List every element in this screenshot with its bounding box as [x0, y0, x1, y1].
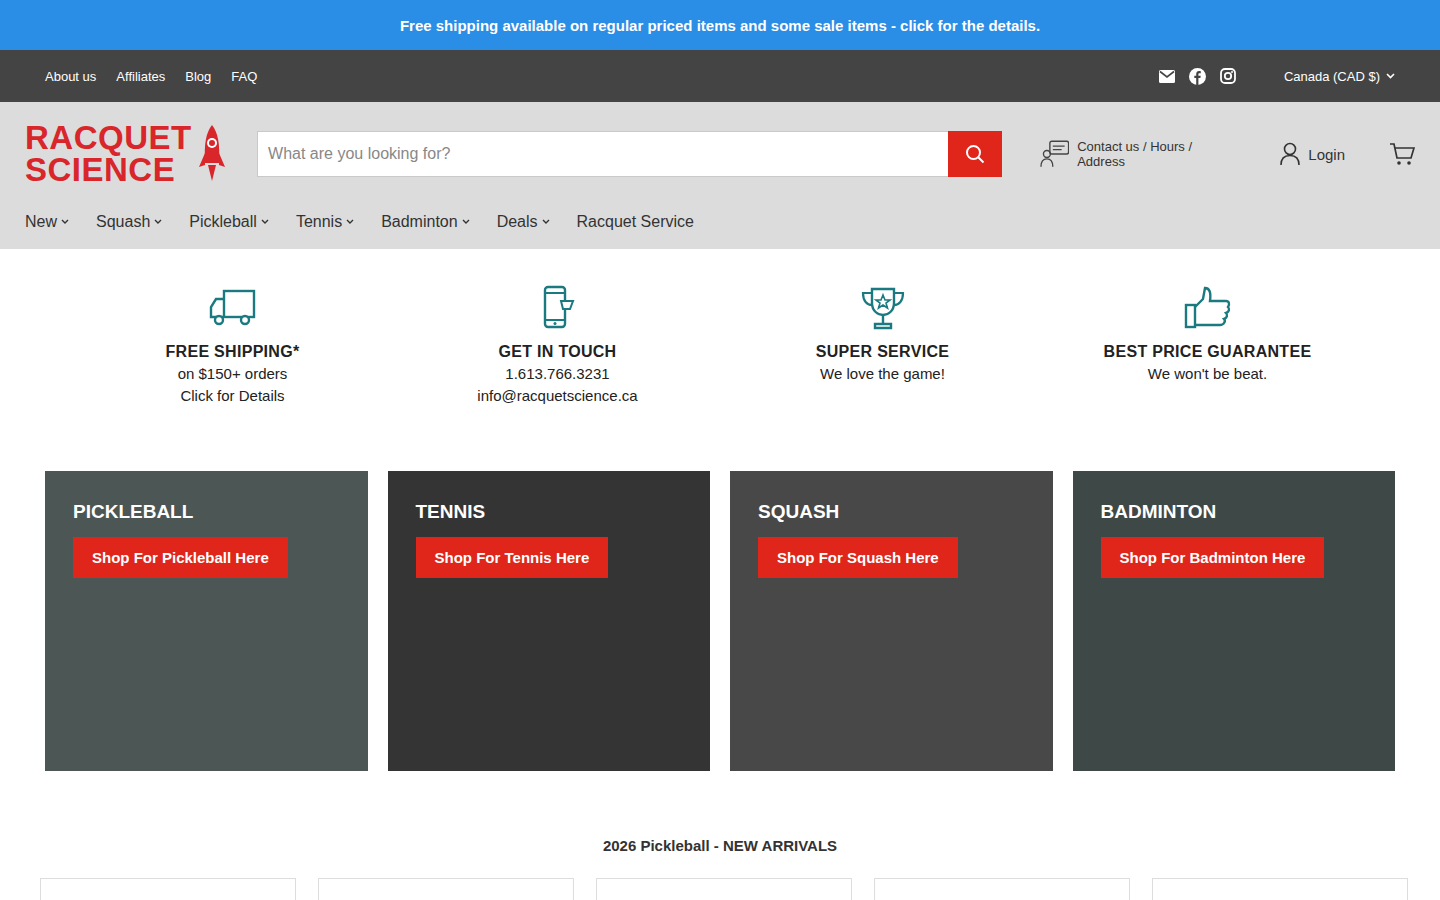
feature-text[interactable]: We won't be beat. — [1148, 363, 1267, 385]
logo-line[interactable]: RACQUET — [25, 122, 192, 154]
utility-link[interactable]: FAQ — [231, 69, 257, 84]
product-card[interactable] — [596, 878, 852, 900]
category-tiles: PICKLEBALL Shop For Pickleball Here TENNIS… — [0, 471, 1440, 771]
nav-label[interactable]: Pickleball — [189, 213, 257, 231]
instagram-icon[interactable] — [1220, 68, 1236, 84]
nav-label[interactable]: Tennis — [296, 213, 342, 231]
category-title[interactable]: PICKLEBALL — [73, 501, 193, 523]
product-card[interactable] — [40, 878, 296, 900]
utility-link[interactable]: About us — [45, 69, 96, 84]
login-link[interactable]: Login — [1280, 142, 1345, 166]
product-card[interactable] — [874, 878, 1130, 900]
product-card[interactable] — [1152, 878, 1408, 900]
logo-text[interactable]: RACQUETSCIENCE — [25, 122, 192, 187]
mail-icon[interactable] — [1159, 70, 1175, 83]
feature-item[interactable]: SUPER SERVICE We love the game! — [720, 285, 1045, 407]
utility-links: About us Affiliates Blog FAQ — [45, 69, 257, 84]
contact-link[interactable]: Contact us / Hours / Address — [1040, 139, 1241, 169]
site-header: RACQUETSCIENCE Contact us / Hours / Addre… — [0, 102, 1440, 249]
chevron-down-icon[interactable] — [542, 219, 550, 224]
nav-item[interactable]: Tennis — [296, 213, 354, 231]
search-input[interactable] — [257, 131, 948, 177]
header-row: RACQUETSCIENCE Contact us / Hours / Addre… — [25, 122, 1415, 187]
announcement-text[interactable]: Free shipping available on regular price… — [400, 17, 1040, 34]
user-icon[interactable] — [1280, 142, 1300, 166]
chevron-down-icon[interactable] — [261, 219, 269, 224]
shop-button[interactable]: Shop For Tennis Here — [416, 537, 609, 578]
nav-label[interactable]: Deals — [497, 213, 538, 231]
category-title[interactable]: BADMINTON — [1101, 501, 1217, 523]
nav-item[interactable]: Deals — [497, 213, 550, 231]
category-tile[interactable]: SQUASH Shop For Squash Here — [730, 471, 1053, 771]
announcement-bar[interactable]: Free shipping available on regular price… — [0, 0, 1440, 50]
chevron-down-icon[interactable] — [154, 219, 162, 224]
utility-bar: About us Affiliates Blog FAQ Canada (CAD $) — [0, 50, 1440, 102]
feature-title[interactable]: GET IN TOUCH — [499, 343, 617, 361]
product-card[interactable] — [318, 878, 574, 900]
search-icon[interactable] — [965, 144, 985, 164]
category-tile[interactable]: PICKLEBALL Shop For Pickleball Here — [45, 471, 368, 771]
truck-icon — [208, 285, 258, 331]
trophy-icon — [858, 285, 908, 331]
shop-button[interactable]: Shop For Pickleball Here — [73, 537, 288, 578]
feature-text[interactable]: on $150+ orders — [178, 363, 288, 385]
feature-title[interactable]: BEST PRICE GUARANTEE — [1104, 343, 1312, 361]
product-grid — [0, 878, 1440, 900]
category-title[interactable]: TENNIS — [416, 501, 486, 523]
nav-label[interactable]: Racquet Service — [577, 213, 694, 231]
contact-label[interactable]: Contact us / Hours / Address — [1077, 139, 1240, 169]
main-nav: New Squash Pickleball Tennis Badminton Deals R… — [25, 187, 1415, 249]
category-title[interactable]: SQUASH — [758, 501, 839, 523]
feature-text[interactable]: info@racquetscience.ca — [477, 385, 637, 407]
logo-line[interactable]: SCIENCE — [25, 154, 192, 186]
cart-icon[interactable] — [1389, 142, 1415, 166]
utility-link[interactable]: Affiliates — [116, 69, 165, 84]
search-button[interactable] — [948, 131, 1002, 177]
nav-label[interactable]: Squash — [96, 213, 150, 231]
nav-label[interactable]: Badminton — [381, 213, 458, 231]
chat-bubbles-icon[interactable] — [1040, 140, 1070, 168]
chevron-down-icon[interactable] — [1386, 73, 1395, 79]
login-label[interactable]: Login — [1308, 146, 1345, 163]
feature-text[interactable]: We love the game! — [820, 363, 945, 385]
shop-button[interactable]: Shop For Squash Here — [758, 537, 958, 578]
utility-link[interactable]: Blog — [185, 69, 211, 84]
nav-item[interactable]: Pickleball — [189, 213, 269, 231]
feature-item[interactable]: GET IN TOUCH 1.613.766.3231info@racquetsc… — [395, 285, 720, 407]
nav-label[interactable]: New — [25, 213, 57, 231]
feature-title[interactable]: FREE SHIPPING* — [165, 343, 299, 361]
feature-text[interactable]: 1.613.766.3231 — [505, 363, 609, 385]
category-tile[interactable]: TENNIS Shop For Tennis Here — [388, 471, 711, 771]
site-logo[interactable]: RACQUETSCIENCE — [25, 122, 234, 187]
feature-item[interactable]: FREE SHIPPING* on $150+ ordersClick for D… — [70, 285, 395, 407]
thumbs-up-icon — [1183, 285, 1233, 331]
section-heading: 2026 Pickleball - NEW ARRIVALS — [0, 837, 1440, 854]
chevron-down-icon[interactable] — [346, 219, 354, 224]
feature-row: FREE SHIPPING* on $150+ ordersClick for D… — [0, 249, 1440, 407]
cart-link[interactable] — [1389, 142, 1415, 166]
feature-item[interactable]: BEST PRICE GUARANTEE We won't be beat. — [1045, 285, 1370, 407]
nav-item[interactable]: New — [25, 213, 69, 231]
feature-title[interactable]: SUPER SERVICE — [816, 343, 949, 361]
phone-icon — [533, 285, 583, 331]
currency-selector[interactable]: Canada (CAD $) — [1284, 69, 1395, 84]
category-tile[interactable]: BADMINTON Shop For Badminton Here — [1073, 471, 1396, 771]
chevron-down-icon[interactable] — [462, 219, 470, 224]
chevron-down-icon[interactable] — [61, 219, 69, 224]
search-bar — [257, 131, 1002, 177]
nav-item[interactable]: Racquet Service — [577, 213, 694, 231]
nav-item[interactable]: Badminton — [381, 213, 470, 231]
nav-item[interactable]: Squash — [96, 213, 162, 231]
utility-right: Canada (CAD $) — [1159, 68, 1395, 85]
currency-label[interactable]: Canada (CAD $) — [1284, 69, 1380, 84]
rocket-icon[interactable] — [198, 123, 226, 185]
shop-button[interactable]: Shop For Badminton Here — [1101, 537, 1325, 578]
feature-text[interactable]: Click for Details — [180, 385, 284, 407]
facebook-icon[interactable] — [1189, 68, 1206, 85]
